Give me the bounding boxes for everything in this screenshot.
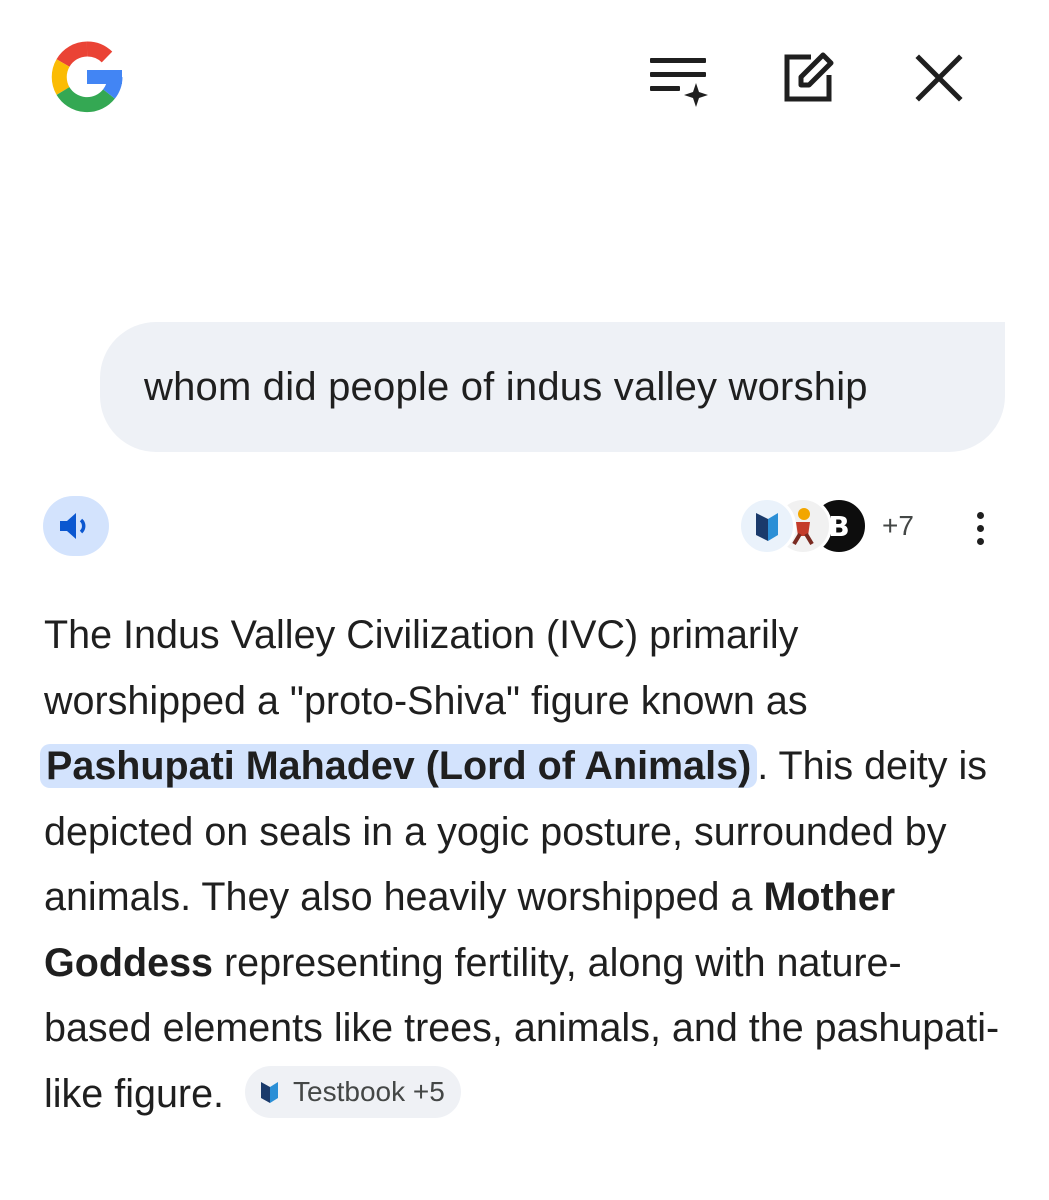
new-chat-button[interactable] xyxy=(772,42,844,114)
header-bar xyxy=(0,0,1049,160)
google-g-icon xyxy=(46,36,128,118)
summary-sparkle-icon xyxy=(650,58,708,107)
highlighted-entity[interactable]: Pashupati Mahadev (Lord of Animals) xyxy=(40,744,758,788)
testbook-logo-icon xyxy=(756,513,778,541)
volume-icon xyxy=(60,513,86,539)
user-query-bubble: whom did people of indus valley worship xyxy=(100,322,1005,452)
citation-chip[interactable]: Testbook +5 xyxy=(245,1066,461,1119)
more-options-button[interactable] xyxy=(958,506,1002,550)
edit-icon xyxy=(784,52,834,102)
close-button[interactable] xyxy=(903,42,975,114)
more-vert-icon xyxy=(976,511,984,519)
answer-part-1: The Indus Valley Civilization (IVC) prim… xyxy=(44,613,808,723)
ai-answer-text: The Indus Valley Civilization (IVC) prim… xyxy=(40,603,1004,1127)
sources-button[interactable]: B +7 xyxy=(738,496,914,556)
citation-label: Testbook +5 xyxy=(293,1076,445,1108)
close-icon xyxy=(915,54,963,102)
sources-extra-count: +7 xyxy=(882,510,914,541)
source-avatar-testbook xyxy=(738,497,796,555)
listen-button[interactable] xyxy=(43,496,109,556)
testbook-logo-icon xyxy=(261,1082,279,1104)
user-query-text: whom did people of indus valley worship xyxy=(144,364,868,409)
summary-button[interactable] xyxy=(640,42,712,114)
